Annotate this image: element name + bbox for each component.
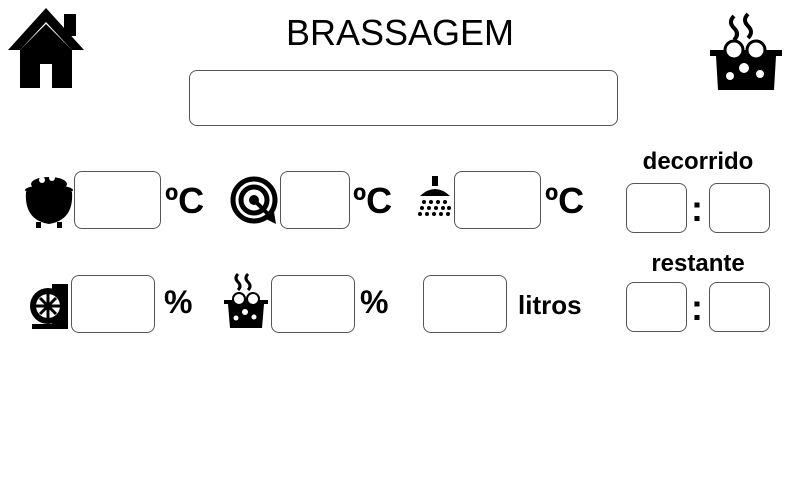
target-icon [230,176,278,224]
pump-percent-field[interactable] [71,275,155,333]
remaining-hours-field[interactable] [626,282,687,332]
page-title: BRASSAGEM [285,12,515,53]
pump-group [26,282,72,330]
boiling-pot-icon [710,12,782,90]
sparge-temp-field[interactable] [454,171,541,229]
kettle-temp-unit: ºC [165,180,205,221]
pump-percent-unit: % [164,284,193,320]
sparge-temp-unit: ºC [545,180,585,221]
volume-unit: litros [518,290,582,320]
kettle-temp-field[interactable] [74,171,161,229]
elapsed-hours-field[interactable] [626,183,687,233]
boil-percent-unit: % [360,284,389,320]
boil-group [222,272,270,330]
remaining-minutes-field[interactable] [709,282,770,332]
shower-icon [418,176,451,216]
volume-field[interactable] [423,275,507,333]
boil-pot-button[interactable] [706,10,786,94]
target-temp-unit: ºC [353,180,393,221]
target-temp-field[interactable] [280,171,350,229]
target-group [230,174,280,226]
remaining-label: restante [651,250,745,277]
boil-percent-field[interactable] [271,275,355,333]
cauldron-icon [25,175,73,228]
status-field [189,70,618,126]
elapsed-label: decorrido [642,148,754,175]
elapsed-separator: : [691,188,703,229]
elapsed-minutes-field[interactable] [709,183,770,233]
sparge-group [416,176,454,218]
remaining-separator: : [691,287,703,328]
boiling-pot-icon [224,272,268,328]
pump-icon [30,284,68,329]
kettle-temp-group [22,170,76,230]
